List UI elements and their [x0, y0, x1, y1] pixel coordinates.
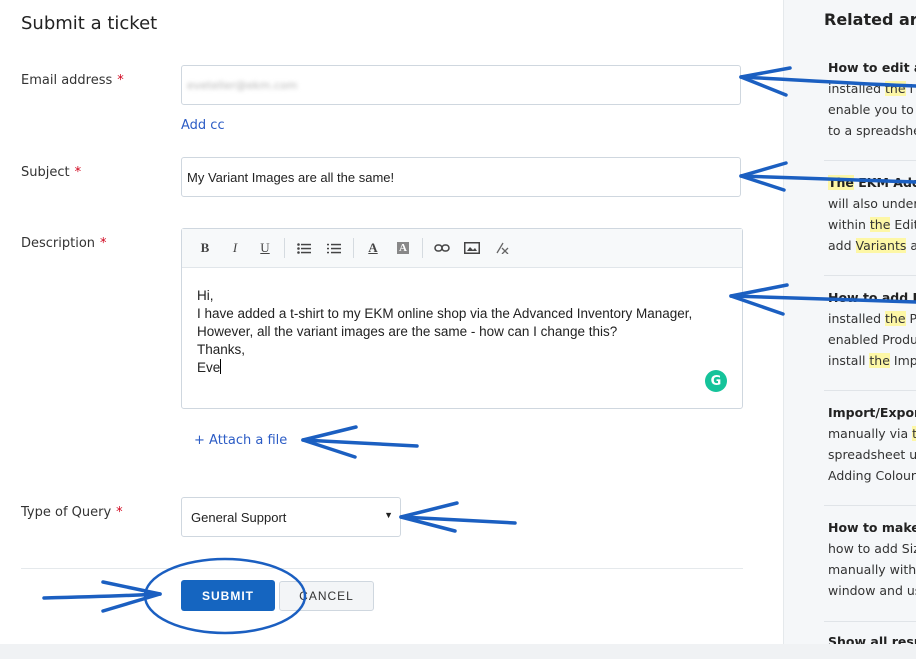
page-footer-strip: [0, 644, 916, 659]
attach-file-link[interactable]: + Attach a file: [194, 433, 287, 448]
submit-button[interactable]: SUBMIT: [181, 580, 275, 611]
sidebar-divider: [824, 160, 916, 161]
underline-icon[interactable]: U: [250, 234, 280, 262]
article-title[interactable]: How to add Pr: [828, 287, 916, 308]
toolbar-divider: [353, 238, 354, 258]
page-title: Submit a ticket: [21, 13, 158, 34]
ticket-form: Submit a ticket Email address * eveteller…: [0, 0, 783, 644]
toolbar-divider: [284, 238, 285, 258]
font-color-icon[interactable]: A: [358, 234, 388, 262]
bulleted-list-icon[interactable]: [289, 234, 319, 262]
related-article-3[interactable]: How to add Pr installed the P enabled Pr…: [828, 287, 916, 371]
show-all-results-link[interactable]: Show all resul: [828, 634, 916, 644]
article-snippet-line: Adding Colour: [828, 468, 916, 483]
article-snippet-line: add Variants a: [828, 238, 916, 253]
description-label: Description *: [21, 236, 107, 251]
description-line: Thanks,: [197, 342, 246, 357]
italic-icon[interactable]: I: [220, 234, 250, 262]
article-snippet-line: enabled Produ: [828, 332, 916, 347]
description-editor[interactable]: B I U A A Hi, I have added a t-shirt to …: [181, 228, 743, 409]
required-marker: *: [116, 505, 123, 520]
toolbar-divider: [422, 238, 423, 258]
related-article-4[interactable]: Import/Expor manually via t spreadsheet …: [828, 402, 916, 486]
email-label: Email address *: [21, 73, 124, 88]
related-article-5[interactable]: How to make how to add Siz manually with…: [828, 517, 916, 601]
editor-toolbar: B I U A A: [182, 229, 742, 268]
related-article-1[interactable]: How to edit ar installed the I enable yo…: [828, 57, 916, 141]
grammarly-icon[interactable]: G: [705, 370, 727, 392]
description-line-last: Eve: [197, 359, 222, 375]
link-icon[interactable]: [427, 234, 457, 262]
article-snippet-line: manually with: [828, 562, 916, 577]
article-title[interactable]: How to make: [828, 517, 916, 538]
description-line: However, all the variant images are the …: [197, 324, 618, 339]
image-icon[interactable]: [457, 234, 487, 262]
email-value: eveteller@ekm.com: [187, 78, 298, 92]
related-articles-sidebar: Related art How to edit ar installed the…: [783, 0, 916, 644]
article-snippet-line: window and us: [828, 583, 916, 598]
required-marker: *: [117, 73, 124, 88]
email-field[interactable]: eveteller@ekm.com: [181, 65, 741, 105]
sidebar-divider: [824, 621, 916, 622]
sidebar-divider: [824, 390, 916, 391]
article-title[interactable]: Import/Expor: [828, 402, 916, 423]
required-marker: *: [74, 165, 82, 180]
related-article-2[interactable]: The EKM Add/ will also under within the …: [828, 172, 916, 256]
text-caret: [220, 359, 222, 374]
subject-label: Subject *: [21, 165, 82, 180]
description-line: Hi,: [197, 288, 214, 303]
subject-field[interactable]: My Variant Images are all the same!: [181, 157, 741, 197]
article-snippet-line: installed the P: [828, 311, 916, 326]
add-cc-link[interactable]: Add cc: [181, 118, 225, 133]
form-divider: [21, 568, 743, 569]
query-type-value: General Support: [191, 509, 287, 525]
query-type-label: Type of Query *: [21, 505, 123, 520]
sidebar-title: Related art: [824, 10, 916, 29]
article-snippet-line: installed the I: [828, 81, 914, 96]
article-snippet-line: spreadsheet u: [828, 447, 916, 462]
article-title[interactable]: How to edit ar: [828, 57, 916, 78]
sidebar-divider: [824, 505, 916, 506]
article-snippet-line: manually via t: [828, 423, 916, 444]
required-marker: *: [100, 236, 107, 251]
article-title[interactable]: The EKM Add/: [828, 172, 916, 193]
bold-icon[interactable]: B: [190, 234, 220, 262]
query-type-select[interactable]: General Support ▼: [181, 497, 401, 537]
article-snippet-line: enable you to: [828, 102, 914, 117]
description-text[interactable]: Hi, I have added a t-shirt to my EKM onl…: [182, 268, 742, 377]
subject-value: My Variant Images are all the same!: [187, 169, 395, 185]
article-snippet-line: will also under: [828, 196, 916, 211]
clear-format-icon[interactable]: [487, 234, 517, 262]
description-line: I have added a t-shirt to my EKM online …: [197, 306, 693, 321]
sidebar-divider: [824, 275, 916, 276]
numbered-list-icon[interactable]: [319, 234, 349, 262]
article-snippet-line: to a spreadshe: [828, 123, 916, 138]
article-snippet-line: within the Edit: [828, 217, 916, 232]
cancel-button[interactable]: CANCEL: [279, 581, 374, 611]
article-snippet-line: install the Imp: [828, 353, 916, 368]
article-snippet-line: how to add Siz: [828, 541, 916, 556]
background-color-icon[interactable]: A: [388, 234, 418, 262]
dropdown-arrow-icon: ▼: [384, 510, 393, 520]
